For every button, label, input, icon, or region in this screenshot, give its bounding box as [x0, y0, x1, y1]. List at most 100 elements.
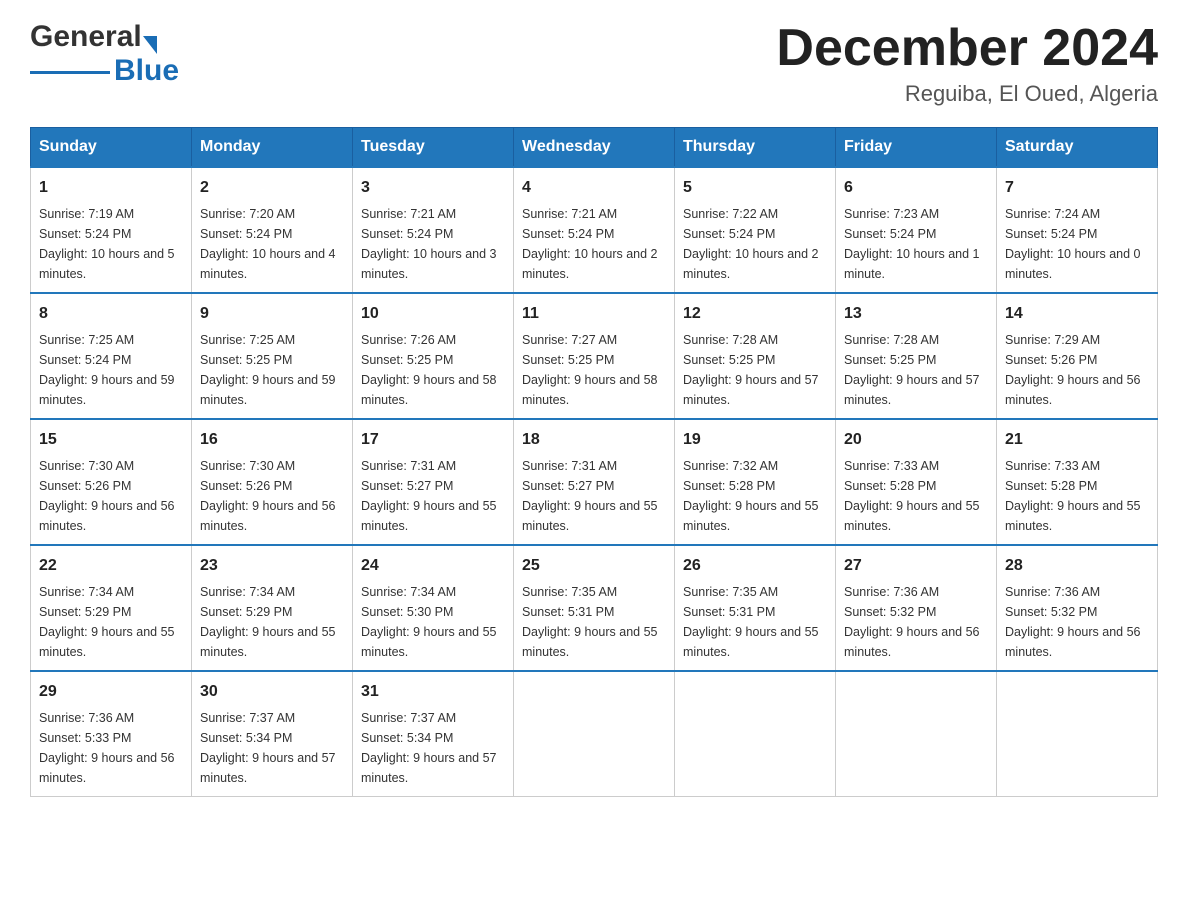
day-info: Sunrise: 7:21 AM Sunset: 5:24 PM Dayligh… — [361, 204, 505, 284]
day-number: 9 — [200, 302, 344, 326]
table-row: 9 Sunrise: 7:25 AM Sunset: 5:25 PM Dayli… — [192, 293, 353, 419]
day-number: 3 — [361, 176, 505, 200]
table-row: 25 Sunrise: 7:35 AM Sunset: 5:31 PM Dayl… — [514, 545, 675, 671]
table-row: 23 Sunrise: 7:34 AM Sunset: 5:29 PM Dayl… — [192, 545, 353, 671]
table-row: 29 Sunrise: 7:36 AM Sunset: 5:33 PM Dayl… — [31, 671, 192, 797]
table-row: 18 Sunrise: 7:31 AM Sunset: 5:27 PM Dayl… — [514, 419, 675, 545]
header-tuesday: Tuesday — [353, 128, 514, 168]
table-row: 24 Sunrise: 7:34 AM Sunset: 5:30 PM Dayl… — [353, 545, 514, 671]
day-number: 4 — [522, 176, 666, 200]
day-number: 19 — [683, 428, 827, 452]
day-info: Sunrise: 7:26 AM Sunset: 5:25 PM Dayligh… — [361, 330, 505, 410]
day-number: 12 — [683, 302, 827, 326]
table-row: 27 Sunrise: 7:36 AM Sunset: 5:32 PM Dayl… — [836, 545, 997, 671]
day-number: 18 — [522, 428, 666, 452]
header-monday: Monday — [192, 128, 353, 168]
day-number: 8 — [39, 302, 183, 326]
table-row: 10 Sunrise: 7:26 AM Sunset: 5:25 PM Dayl… — [353, 293, 514, 419]
table-row: 12 Sunrise: 7:28 AM Sunset: 5:25 PM Dayl… — [675, 293, 836, 419]
day-info: Sunrise: 7:31 AM Sunset: 5:27 PM Dayligh… — [361, 456, 505, 536]
day-number: 17 — [361, 428, 505, 452]
calendar-header: Sunday Monday Tuesday Wednesday Thursday… — [31, 128, 1158, 168]
table-row: 26 Sunrise: 7:35 AM Sunset: 5:31 PM Dayl… — [675, 545, 836, 671]
day-info: Sunrise: 7:36 AM Sunset: 5:32 PM Dayligh… — [1005, 582, 1149, 662]
logo: General Blue — [30, 20, 179, 88]
table-row: 8 Sunrise: 7:25 AM Sunset: 5:24 PM Dayli… — [31, 293, 192, 419]
header-saturday: Saturday — [997, 128, 1158, 168]
day-info: Sunrise: 7:32 AM Sunset: 5:28 PM Dayligh… — [683, 456, 827, 536]
day-info: Sunrise: 7:33 AM Sunset: 5:28 PM Dayligh… — [1005, 456, 1149, 536]
page-header: General Blue December 2024 Reguiba, El O… — [30, 20, 1158, 107]
day-number: 21 — [1005, 428, 1149, 452]
day-info: Sunrise: 7:28 AM Sunset: 5:25 PM Dayligh… — [683, 330, 827, 410]
day-number: 31 — [361, 680, 505, 704]
table-row: 6 Sunrise: 7:23 AM Sunset: 5:24 PM Dayli… — [836, 167, 997, 293]
day-info: Sunrise: 7:33 AM Sunset: 5:28 PM Dayligh… — [844, 456, 988, 536]
calendar-table: Sunday Monday Tuesday Wednesday Thursday… — [30, 127, 1158, 797]
day-info: Sunrise: 7:31 AM Sunset: 5:27 PM Dayligh… — [522, 456, 666, 536]
day-info: Sunrise: 7:34 AM Sunset: 5:30 PM Dayligh… — [361, 582, 505, 662]
location-subtitle: Reguiba, El Oued, Algeria — [776, 81, 1158, 107]
day-number: 24 — [361, 554, 505, 578]
table-row — [675, 671, 836, 797]
day-info: Sunrise: 7:27 AM Sunset: 5:25 PM Dayligh… — [522, 330, 666, 410]
day-number: 14 — [1005, 302, 1149, 326]
day-number: 16 — [200, 428, 344, 452]
table-row: 5 Sunrise: 7:22 AM Sunset: 5:24 PM Dayli… — [675, 167, 836, 293]
header-sunday: Sunday — [31, 128, 192, 168]
day-number: 7 — [1005, 176, 1149, 200]
day-info: Sunrise: 7:35 AM Sunset: 5:31 PM Dayligh… — [522, 582, 666, 662]
day-info: Sunrise: 7:35 AM Sunset: 5:31 PM Dayligh… — [683, 582, 827, 662]
day-number: 20 — [844, 428, 988, 452]
table-row: 3 Sunrise: 7:21 AM Sunset: 5:24 PM Dayli… — [353, 167, 514, 293]
day-info: Sunrise: 7:36 AM Sunset: 5:32 PM Dayligh… — [844, 582, 988, 662]
month-title: December 2024 — [776, 20, 1158, 77]
day-info: Sunrise: 7:37 AM Sunset: 5:34 PM Dayligh… — [200, 708, 344, 788]
table-row — [514, 671, 675, 797]
day-number: 13 — [844, 302, 988, 326]
day-number: 6 — [844, 176, 988, 200]
day-info: Sunrise: 7:34 AM Sunset: 5:29 PM Dayligh… — [39, 582, 183, 662]
header-wednesday: Wednesday — [514, 128, 675, 168]
day-number: 28 — [1005, 554, 1149, 578]
table-row: 31 Sunrise: 7:37 AM Sunset: 5:34 PM Dayl… — [353, 671, 514, 797]
day-number: 25 — [522, 554, 666, 578]
table-row: 21 Sunrise: 7:33 AM Sunset: 5:28 PM Dayl… — [997, 419, 1158, 545]
day-number: 27 — [844, 554, 988, 578]
day-number: 15 — [39, 428, 183, 452]
day-info: Sunrise: 7:25 AM Sunset: 5:24 PM Dayligh… — [39, 330, 183, 410]
day-number: 23 — [200, 554, 344, 578]
day-number: 11 — [522, 302, 666, 326]
table-row: 30 Sunrise: 7:37 AM Sunset: 5:34 PM Dayl… — [192, 671, 353, 797]
table-row: 4 Sunrise: 7:21 AM Sunset: 5:24 PM Dayli… — [514, 167, 675, 293]
table-row: 7 Sunrise: 7:24 AM Sunset: 5:24 PM Dayli… — [997, 167, 1158, 293]
day-number: 26 — [683, 554, 827, 578]
day-info: Sunrise: 7:22 AM Sunset: 5:24 PM Dayligh… — [683, 204, 827, 284]
title-section: December 2024 Reguiba, El Oued, Algeria — [776, 20, 1158, 107]
day-info: Sunrise: 7:36 AM Sunset: 5:33 PM Dayligh… — [39, 708, 183, 788]
table-row: 28 Sunrise: 7:36 AM Sunset: 5:32 PM Dayl… — [997, 545, 1158, 671]
table-row — [997, 671, 1158, 797]
table-row: 19 Sunrise: 7:32 AM Sunset: 5:28 PM Dayl… — [675, 419, 836, 545]
day-number: 5 — [683, 176, 827, 200]
day-number: 10 — [361, 302, 505, 326]
day-info: Sunrise: 7:29 AM Sunset: 5:26 PM Dayligh… — [1005, 330, 1149, 410]
day-info: Sunrise: 7:28 AM Sunset: 5:25 PM Dayligh… — [844, 330, 988, 410]
calendar-body: 1 Sunrise: 7:19 AM Sunset: 5:24 PM Dayli… — [31, 167, 1158, 797]
day-number: 1 — [39, 176, 183, 200]
day-info: Sunrise: 7:30 AM Sunset: 5:26 PM Dayligh… — [200, 456, 344, 536]
table-row: 14 Sunrise: 7:29 AM Sunset: 5:26 PM Dayl… — [997, 293, 1158, 419]
table-row: 11 Sunrise: 7:27 AM Sunset: 5:25 PM Dayl… — [514, 293, 675, 419]
table-row: 16 Sunrise: 7:30 AM Sunset: 5:26 PM Dayl… — [192, 419, 353, 545]
table-row: 2 Sunrise: 7:20 AM Sunset: 5:24 PM Dayli… — [192, 167, 353, 293]
day-info: Sunrise: 7:19 AM Sunset: 5:24 PM Dayligh… — [39, 204, 183, 284]
day-info: Sunrise: 7:30 AM Sunset: 5:26 PM Dayligh… — [39, 456, 183, 536]
day-info: Sunrise: 7:23 AM Sunset: 5:24 PM Dayligh… — [844, 204, 988, 284]
logo-general-text: General — [30, 20, 142, 54]
table-row: 20 Sunrise: 7:33 AM Sunset: 5:28 PM Dayl… — [836, 419, 997, 545]
day-number: 29 — [39, 680, 183, 704]
day-info: Sunrise: 7:21 AM Sunset: 5:24 PM Dayligh… — [522, 204, 666, 284]
table-row: 13 Sunrise: 7:28 AM Sunset: 5:25 PM Dayl… — [836, 293, 997, 419]
header-friday: Friday — [836, 128, 997, 168]
day-info: Sunrise: 7:24 AM Sunset: 5:24 PM Dayligh… — [1005, 204, 1149, 284]
